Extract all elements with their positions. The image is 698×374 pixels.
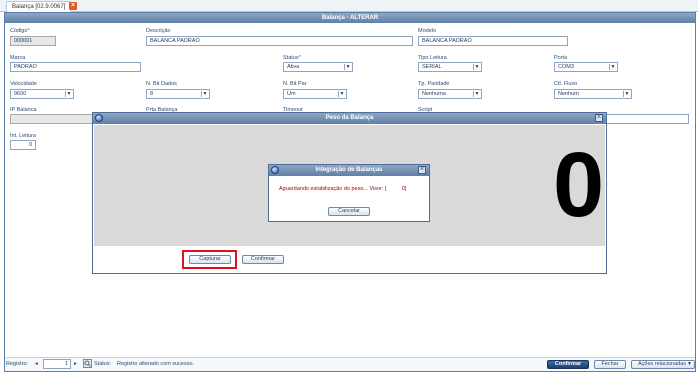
status-message: Registro alterado com sucesso. <box>117 361 195 367</box>
int-leitura-field[interactable]: 0 <box>10 140 36 150</box>
descricao-label: Descrição <box>146 28 171 34</box>
marca-field[interactable]: PADRAO <box>10 62 141 72</box>
status-select[interactable]: Ativa ▼ <box>283 62 353 72</box>
fluxo-label: Ctl. Fluxo <box>554 81 578 87</box>
bit-par-select[interactable]: Um ▼ <box>283 89 347 99</box>
close-tab-icon[interactable]: × <box>69 2 77 10</box>
cancel-button[interactable]: Cancelar <box>328 207 370 216</box>
chevron-down-icon: ▼ <box>609 64 616 70</box>
window-title: Balança - ALTERAR <box>5 13 695 23</box>
bit-par-label: N. Bit Par <box>283 81 307 87</box>
paridade-select[interactable]: Nenhuma ▼ <box>418 89 482 99</box>
search-icon[interactable] <box>83 359 92 368</box>
bit-dados-select[interactable]: 8 ▼ <box>146 89 210 99</box>
prev-record-icon[interactable]: ◂ <box>35 361 38 367</box>
ip-label: IP Balanca <box>10 107 37 113</box>
marca-label: Marca <box>10 55 26 61</box>
status-label: Status: <box>94 361 112 367</box>
modelo-field[interactable]: BALANCA PADRAO <box>418 36 568 46</box>
velocidade-select[interactable]: 9600 ▼ <box>10 89 74 99</box>
chevron-down-icon: ▼ <box>338 91 345 97</box>
bit-dados-label: N. Bit Dados <box>146 81 177 87</box>
status-bar: Registro: ◂ 1 ▸ Status: Registro alterad… <box>5 357 695 371</box>
next-record-icon[interactable]: ▸ <box>74 361 77 367</box>
integracao-dialog: Integração de Balanças × Aguardando esta… <box>268 164 430 222</box>
chevron-down-icon: ▼ <box>473 64 480 70</box>
fluxo-select[interactable]: Nenhum ▼ <box>554 89 632 99</box>
tipo-leitura-label: Tipo Leitura <box>418 55 447 61</box>
confirm-button[interactable]: Confirmar <box>547 360 589 369</box>
status-label: Status* <box>283 55 301 61</box>
related-actions-button[interactable]: Ações relacionadas ▼ <box>631 360 695 369</box>
descricao-field[interactable]: BALANCA PADRAO <box>146 36 413 46</box>
chevron-down-icon: ▼ <box>201 91 208 97</box>
chevron-down-icon: ▼ <box>473 91 480 97</box>
chevron-down-icon: ▼ <box>687 361 692 367</box>
script-field[interactable] <box>603 114 689 124</box>
paridade-label: Tp. Paridade <box>418 81 450 87</box>
integracao-dialog-title: Integração de Balanças <box>269 165 429 176</box>
capture-button[interactable]: Capturar <box>189 255 231 264</box>
tipo-leitura-select[interactable]: SERIAL ▼ <box>418 62 482 72</box>
peso-dialog-title: Peso da Balança <box>93 113 606 124</box>
porta-select[interactable]: COM3 ▼ <box>554 62 618 72</box>
chevron-down-icon: ▼ <box>65 91 72 97</box>
close-button[interactable]: Fechar <box>594 360 626 369</box>
tab-label: Balança [02.9.0067] <box>12 4 66 10</box>
close-icon[interactable]: × <box>595 114 603 122</box>
tab-strip: Balança [02.9.0067] × <box>0 0 698 12</box>
modelo-label: Modelo <box>418 28 437 34</box>
ip-field[interactable] <box>10 114 100 124</box>
page-input[interactable]: 1 <box>43 359 71 369</box>
registro-label: Registro: <box>6 361 29 367</box>
close-icon[interactable]: × <box>418 166 426 174</box>
porta-label: Porta <box>554 55 568 61</box>
int-leitura-label: Int. Leitura <box>10 133 36 139</box>
chevron-down-icon: ▼ <box>344 64 351 70</box>
weight-display: 0 <box>553 134 605 236</box>
app-icon <box>95 114 103 122</box>
chevron-down-icon: ▼ <box>623 91 630 97</box>
codigo-label: Código* <box>10 28 30 34</box>
integracao-message: Aguardando estabilização do peso... Viso… <box>279 186 407 192</box>
codigo-field[interactable]: 000001 <box>10 36 56 46</box>
app-icon <box>271 166 279 174</box>
velocidade-label: Velocidade <box>10 81 37 87</box>
tab-balanca[interactable]: Balança [02.9.0067] <box>6 1 72 12</box>
confirm-weight-button[interactable]: Confirmar <box>242 255 284 264</box>
